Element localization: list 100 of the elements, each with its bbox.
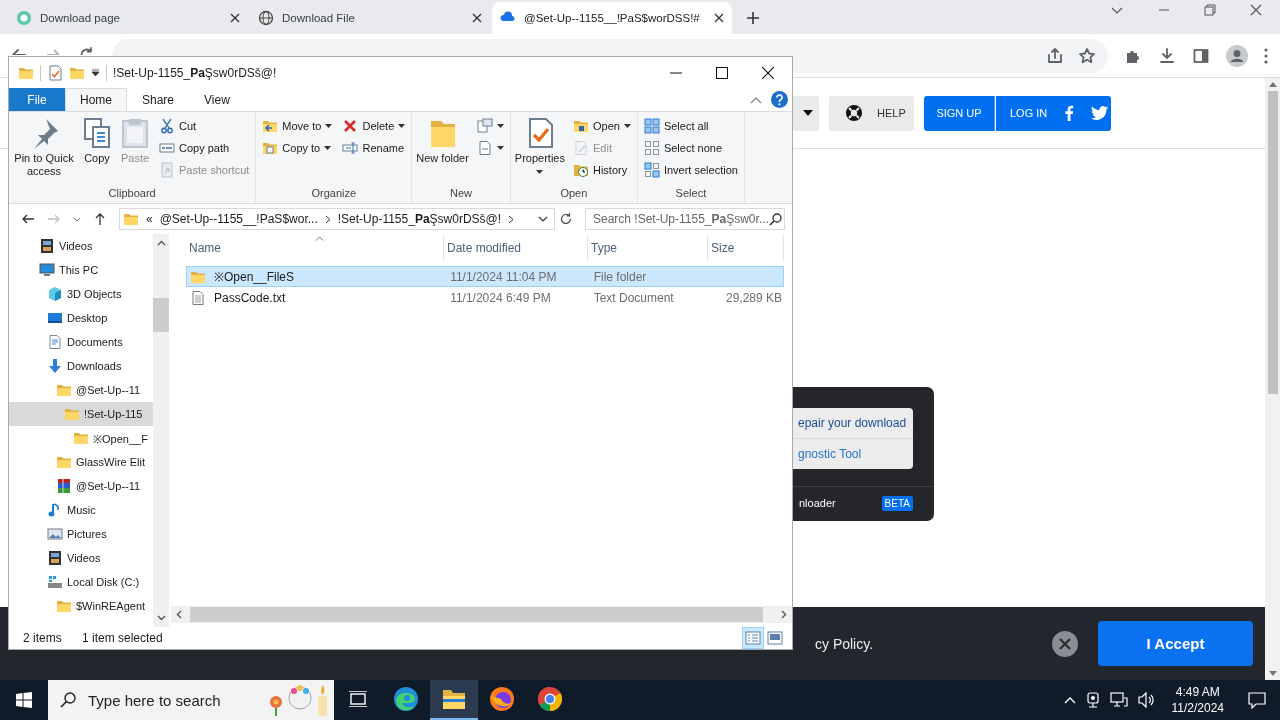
ribbon-button[interactable]: Copy to — [260, 137, 335, 159]
side-panel-icon[interactable] — [1192, 46, 1210, 65]
address-field[interactable]: « @Set-Up--1155__!PaS$wor... !Set-Up-1155_PaŞsw0rDSš@! — [119, 208, 555, 230]
back-arrow-icon[interactable] — [10, 46, 28, 55]
tree-item[interactable]: $WinREAgent — [9, 594, 153, 618]
bird-icon[interactable] — [1091, 105, 1110, 121]
search-field[interactable]: Search !Set-Up-1155_PaŞsw0r... — [585, 208, 785, 230]
chevron-right-icon[interactable] — [324, 214, 331, 224]
ribbon-button[interactable]: New folder — [414, 115, 471, 185]
help-icon[interactable] — [771, 91, 788, 108]
date-modified: 11/1/2024 6:49 PM — [450, 290, 551, 305]
breadcrumb-overflow[interactable]: « — [146, 212, 153, 226]
browser-tab[interactable]: Download page — [8, 2, 248, 34]
tree-item[interactable]: ※Open__F — [9, 426, 153, 450]
group-label: Select — [674, 186, 708, 201]
speaker-icon[interactable] — [1137, 692, 1156, 708]
browser-tab[interactable]: Download File — [250, 2, 490, 34]
close-icon[interactable] — [230, 13, 240, 23]
scrollbar-thumb[interactable] — [1267, 91, 1278, 394]
tree-item[interactable]: Videos — [9, 234, 153, 258]
dropdown-button[interactable] — [792, 95, 819, 131]
close-icon[interactable] — [1250, 4, 1262, 16]
ribbon-button[interactable]: Select none — [641, 137, 740, 159]
scrollbar-thumb[interactable] — [190, 607, 763, 622]
ribbon-tab[interactable]: Home — [65, 88, 127, 111]
column-header[interactable]: Type — [588, 234, 708, 261]
checklist-icon[interactable] — [47, 64, 63, 81]
tree-item[interactable]: Local Disk (C:) — [9, 570, 153, 594]
ribbon-tab[interactable]: View — [189, 88, 245, 111]
column-header[interactable]: Date modified — [444, 234, 588, 261]
ribbon-tab[interactable]: Share — [127, 88, 190, 111]
share-icon[interactable] — [1046, 46, 1064, 65]
download-icon[interactable] — [1158, 46, 1176, 65]
tree-item[interactable]: @Set-Up--11 — [9, 474, 153, 498]
ribbon-button[interactable]: Select all — [641, 115, 740, 137]
back-arrow-icon[interactable] — [21, 212, 35, 226]
maximize-icon[interactable] — [716, 66, 728, 79]
ribbon-tab[interactable]: File — [9, 88, 65, 111]
folder-icon — [73, 430, 89, 446]
tab-title: Download page — [40, 12, 121, 24]
star-icon[interactable] — [1078, 46, 1096, 65]
tree-item[interactable]: Videos — [9, 546, 153, 570]
network-icon[interactable] — [1109, 692, 1128, 708]
search-field[interactable]: Type here to search — [48, 680, 334, 720]
film-icon — [47, 550, 63, 566]
tree-item[interactable]: @Set-Up--11 — [9, 378, 153, 402]
accept-button[interactable]: I Accept — [1098, 621, 1253, 666]
close-icon[interactable] — [762, 66, 774, 79]
profile-avatar-icon[interactable] — [1226, 44, 1248, 67]
clock-date[interactable]: 11/2/2024 — [1171, 700, 1224, 716]
ribbon-button[interactable]: Pin to Quick access — [11, 115, 77, 185]
tree-item[interactable]: Music — [9, 498, 153, 522]
breadcrumb[interactable]: !Set-Up-1155_PaŞsw0rDSš@! — [337, 212, 502, 226]
refresh-icon[interactable] — [559, 212, 573, 226]
tree-item[interactable]: !Set-Up-115 — [9, 402, 153, 426]
webcam-icon[interactable] — [1085, 692, 1100, 708]
chevron-down-icon[interactable] — [538, 216, 548, 222]
column-header[interactable]: Size — [708, 234, 784, 261]
caret-down-icon[interactable] — [91, 68, 100, 77]
clock-time[interactable]: 4:49 AM — [1175, 684, 1220, 700]
file-row[interactable]: ※Open__FileS 11/1/2024 11:04 PM File folder — [186, 266, 784, 287]
popup-link[interactable]: gnostic Tool — [793, 439, 913, 469]
ribbon-button[interactable]: Invert selection — [641, 159, 740, 181]
restore-icon[interactable] — [1204, 4, 1216, 16]
ribbon-button[interactable]: Properties — [512, 115, 567, 185]
column-header[interactable]: Name — [186, 234, 444, 261]
ribbon-button[interactable]: History — [571, 159, 633, 181]
sign-up-button[interactable]: SIGN UP — [924, 95, 995, 131]
shortcut-icon — [159, 162, 175, 178]
breadcrumb[interactable]: @Set-Up--1155__!PaS$wor... — [159, 212, 318, 226]
ribbon-button[interactable]: Rename — [340, 137, 408, 159]
help-button[interactable]: HELP — [829, 95, 914, 131]
ribbon-button[interactable]: Delete — [340, 115, 408, 137]
close-icon[interactable] — [714, 13, 724, 23]
tree-item[interactable]: 3D Objects — [9, 282, 153, 306]
more-menu-icon[interactable] — [1264, 47, 1268, 64]
ribbon-button[interactable]: Cut — [157, 115, 252, 137]
tree-item[interactable]: GlassWire Elit — [9, 450, 153, 474]
ribbon-button[interactable]: Move to — [260, 115, 335, 137]
ribbon-button[interactable]: Copy path — [157, 137, 252, 159]
close-icon[interactable] — [472, 13, 482, 23]
file-row[interactable]: PassCode.txt 11/1/2024 6:49 PM Text Document 29,289 KB — [186, 287, 784, 308]
tree-item[interactable]: Downloads — [9, 354, 153, 378]
scrollbar-thumb[interactable] — [153, 298, 169, 332]
chevron-right-icon[interactable] — [508, 214, 515, 224]
ribbon-button[interactable]: Copy — [79, 115, 115, 185]
tree-item[interactable]: This PC — [9, 258, 153, 282]
notification-icon[interactable] — [1248, 691, 1266, 709]
scrollbar[interactable] — [153, 234, 169, 627]
tree-item[interactable]: Pictures — [9, 522, 153, 546]
scrollbar[interactable] — [1265, 78, 1280, 680]
tree-item[interactable]: Documents — [9, 330, 153, 354]
taskbar-app[interactable] — [430, 680, 478, 720]
up-arrow-icon[interactable] — [93, 212, 107, 226]
log-in-button[interactable]: LOG IN — [996, 95, 1111, 131]
plus-icon[interactable] — [746, 11, 760, 25]
browser-tab[interactable]: @Set-Up--1155__!PaS$worDSS!# — [492, 2, 732, 34]
scrollbar[interactable] — [171, 606, 792, 623]
tree-item[interactable]: Desktop — [9, 306, 153, 330]
ribbon-button[interactable]: Open — [571, 115, 633, 137]
